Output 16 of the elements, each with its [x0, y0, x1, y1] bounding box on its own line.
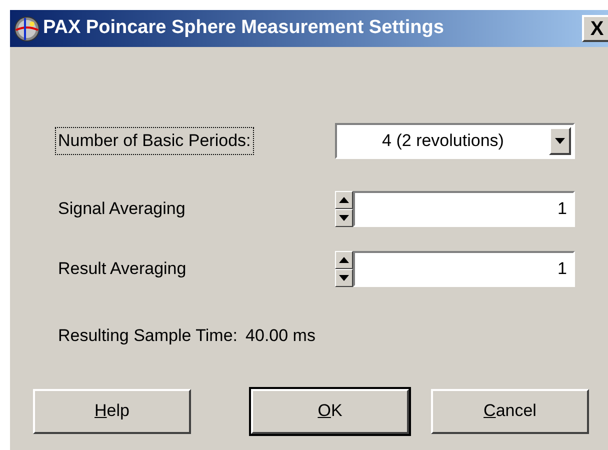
field-label: Result Averaging — [57, 258, 186, 280]
periods-dropdown[interactable]: 4 (2 revolutions) — [335, 123, 575, 159]
close-button[interactable]: X — [582, 15, 608, 42]
number-field[interactable]: 1 — [353, 191, 575, 227]
field-label: Signal Averaging — [57, 198, 186, 220]
number-field[interactable]: 1 — [353, 251, 575, 287]
spinner-arrows-icon[interactable] — [335, 191, 353, 227]
dialog-button[interactable]: Help — [33, 388, 191, 434]
sample-time-label: Resulting Sample Time: — [58, 325, 238, 347]
sample-time-value: 40.00 ms — [246, 325, 316, 347]
globe-icon — [14, 16, 40, 42]
window-title: PAX Poincare Sphere Measurement Settings — [43, 16, 444, 40]
field-label: Number of Basic Periods: — [55, 127, 254, 155]
dialog-button[interactable]: OK — [251, 388, 409, 434]
spinner-arrows-icon[interactable] — [335, 251, 353, 287]
dialog-button[interactable]: Cancel — [431, 388, 589, 434]
